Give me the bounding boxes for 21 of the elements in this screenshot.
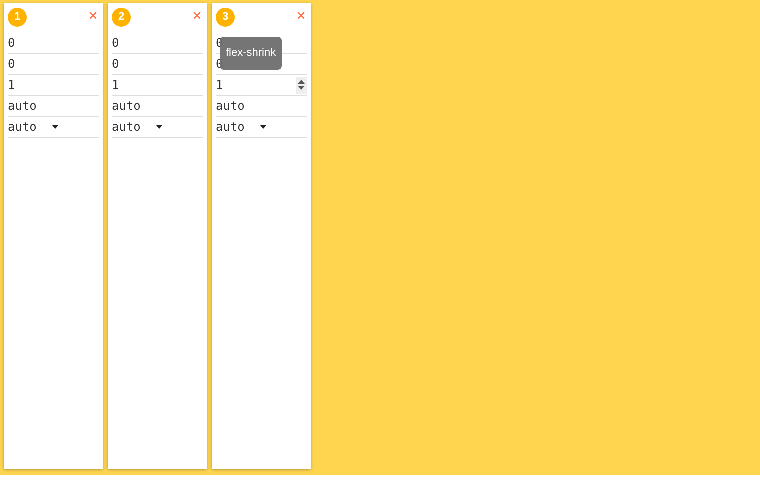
number-badge: 1 (8, 8, 27, 26)
tooltip: flex-shrink (220, 37, 282, 70)
input-field[interactable]: 0 (8, 33, 99, 54)
number-badge: 2 (112, 8, 131, 26)
caret-icon (260, 125, 267, 129)
input-field[interactable]: 0 (112, 54, 203, 75)
select-field[interactable]: auto (112, 117, 203, 138)
input-field[interactable]: auto (8, 96, 99, 117)
select-field[interactable]: auto (216, 117, 307, 138)
caret-icon (52, 125, 59, 129)
spinner-icon[interactable] (298, 80, 305, 90)
number-badge: 3 (216, 8, 235, 26)
caret-icon (156, 125, 163, 129)
input-field[interactable]: 1 (8, 75, 99, 96)
input-field[interactable]: 0 (8, 54, 99, 75)
select-field[interactable]: auto (8, 117, 99, 138)
input-field[interactable]: auto (112, 96, 203, 117)
input-field[interactable]: 0 (112, 33, 203, 54)
input-field[interactable]: 1 (216, 75, 307, 96)
input-field[interactable]: 1 (112, 75, 203, 96)
input-field[interactable]: auto (216, 96, 307, 117)
